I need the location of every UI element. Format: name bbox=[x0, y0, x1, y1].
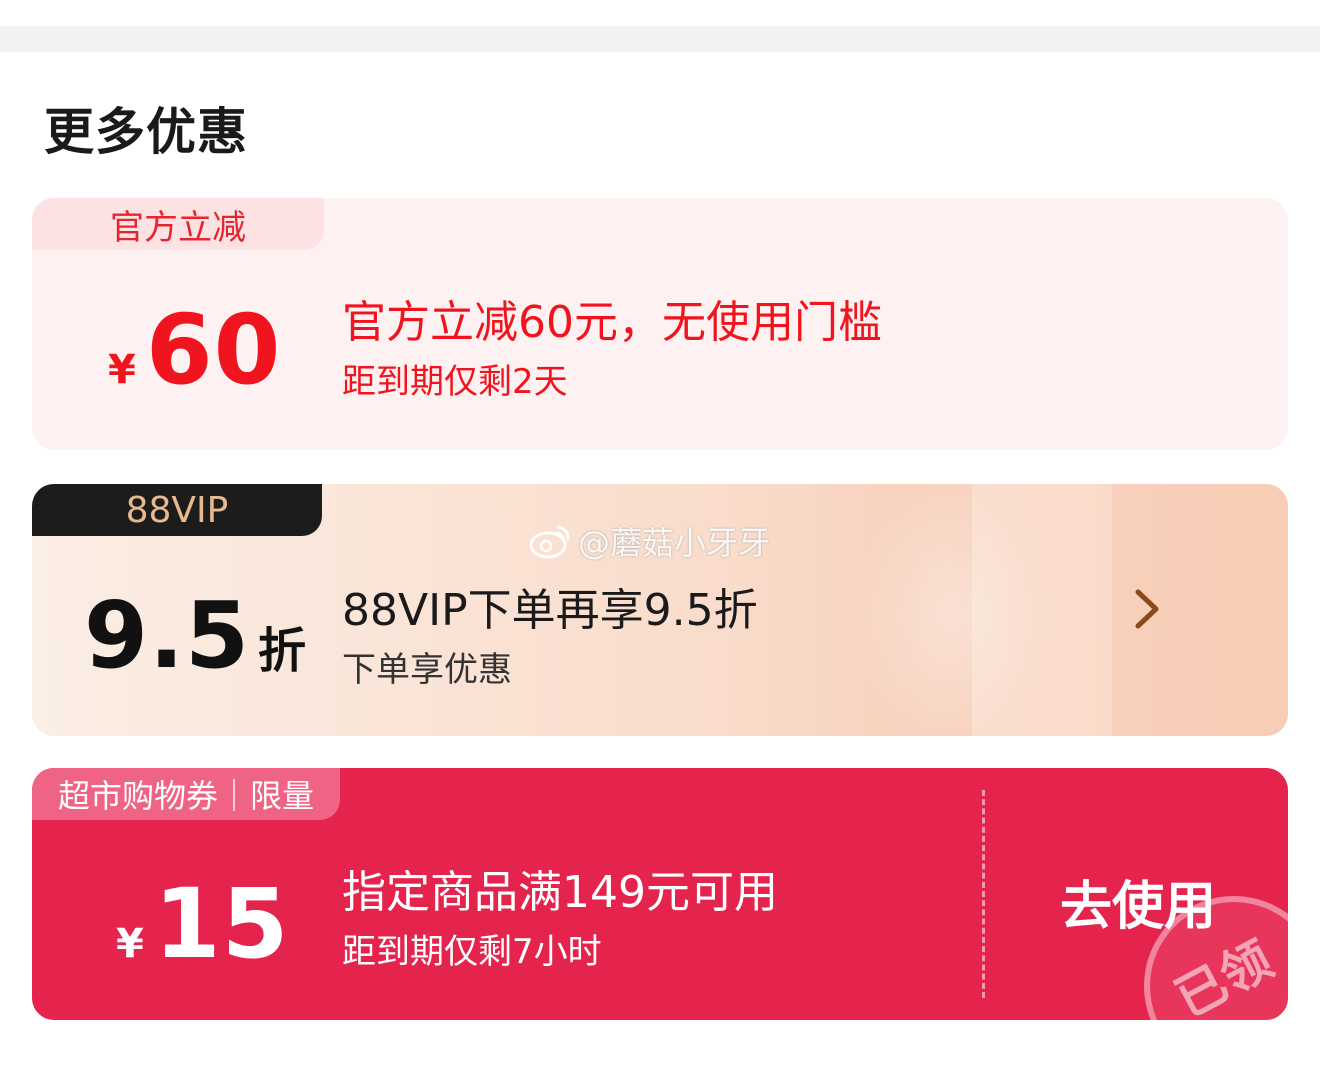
coupon-card-supermarket[interactable]: 超市购物券｜限量 ¥ 15 指定商品满149元可用 距到期仅剩7小时 已领 去使… bbox=[32, 768, 1288, 1020]
coupon-tag: 官方立减 bbox=[32, 198, 324, 250]
dashed-divider bbox=[982, 790, 985, 998]
coupon-amount: ¥ 60 bbox=[108, 294, 281, 406]
coupon-card-official-discount[interactable]: 官方立减 ¥ 60 官方立减60元，无使用门槛 距到期仅剩2天 bbox=[32, 198, 1288, 450]
discount-unit: 折 bbox=[257, 623, 306, 679]
currency-symbol: ¥ bbox=[116, 921, 144, 967]
currency-symbol: ¥ bbox=[108, 347, 136, 393]
coupon-amount: ¥ 15 bbox=[116, 868, 289, 980]
decorative-panel bbox=[972, 484, 1112, 736]
chevron-right-icon[interactable] bbox=[1126, 586, 1166, 632]
coupon-subtitle: 下单享优惠 bbox=[342, 650, 512, 690]
coupon-expiry: 距到期仅剩2天 bbox=[342, 362, 568, 402]
coupon-tag: 超市购物券｜限量 bbox=[32, 768, 340, 820]
use-coupon-button[interactable]: 去使用 bbox=[1060, 864, 1216, 939]
weibo-icon bbox=[529, 525, 570, 559]
discount-amount: 9.5 折 bbox=[84, 582, 306, 689]
discount-value: 9.5 bbox=[84, 582, 250, 689]
watermark-text: @蘑菇小牙牙 bbox=[578, 524, 771, 562]
amount-value: 15 bbox=[153, 868, 290, 980]
amount-value: 60 bbox=[145, 294, 282, 406]
watermark: @蘑菇小牙牙 bbox=[528, 518, 770, 564]
coupon-title: 指定商品满149元可用 bbox=[342, 867, 778, 918]
vip-tag: 88VIP bbox=[32, 484, 322, 536]
coupon-title: 官方立减60元，无使用门槛 bbox=[342, 297, 882, 348]
section-title: 更多优惠 bbox=[44, 103, 248, 161]
coupon-expiry: 距到期仅剩7小时 bbox=[342, 932, 602, 972]
coupon-title: 88VIP下单再享9.5折 bbox=[342, 585, 758, 636]
top-spacer-bar bbox=[0, 0, 1320, 52]
